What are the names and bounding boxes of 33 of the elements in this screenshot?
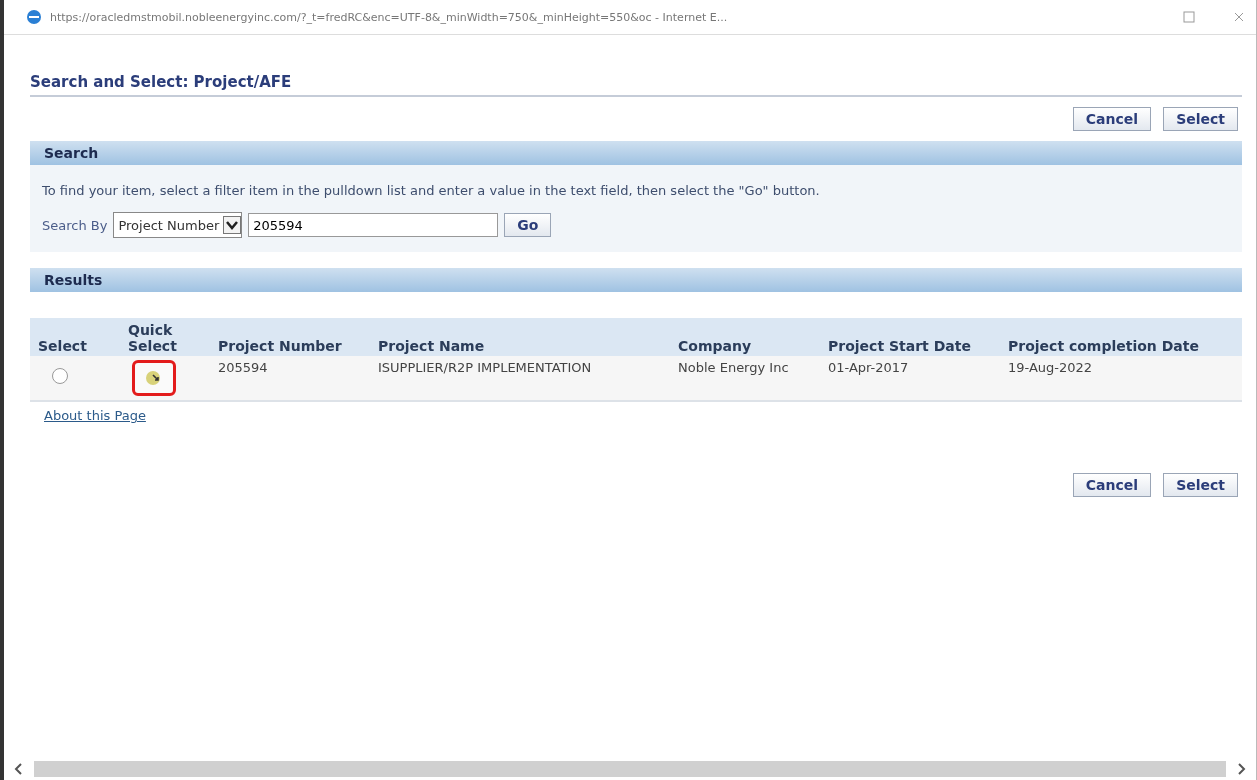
cancel-button[interactable]: Cancel xyxy=(1072,473,1152,497)
select-button[interactable]: Select xyxy=(1163,107,1238,131)
column-header: Project Name xyxy=(370,318,670,356)
filter-dropdown[interactable]: Project Number xyxy=(113,212,243,238)
window-url: https://oracledmstmobil.nobleenergyinc.com/?_t=fredRC&enc=UTF-8&_minWidth=750&_minHeight=550&oc - Internet E... xyxy=(50,10,729,24)
results-header: Results xyxy=(30,268,1242,292)
column-header: Project Start Date xyxy=(820,318,1000,356)
table-cell: 01-Apr-2017 xyxy=(820,356,1000,402)
scroll-left-icon[interactable] xyxy=(14,763,24,775)
table-cell: ISUPPLIER/R2P IMPLEMENTATION xyxy=(370,356,670,402)
select-radio[interactable] xyxy=(52,368,68,384)
page-title: Search and Select: Project/AFE xyxy=(30,73,1242,97)
close-icon[interactable] xyxy=(1232,10,1246,24)
select-button[interactable]: Select xyxy=(1163,473,1238,497)
table-cell: Noble Energy Inc xyxy=(670,356,820,402)
scroll-right-icon[interactable] xyxy=(1236,763,1246,775)
maximize-icon[interactable] xyxy=(1182,10,1196,24)
search-header: Search xyxy=(30,141,1242,165)
column-header: Quick Select xyxy=(120,318,210,356)
go-button[interactable]: Go xyxy=(504,213,552,237)
cancel-button[interactable]: Cancel xyxy=(1072,107,1152,131)
horizontal-scrollbar[interactable] xyxy=(34,761,1226,777)
quick-select-button[interactable] xyxy=(132,360,176,396)
search-value-field[interactable]: 205594 xyxy=(248,213,499,237)
table-cell: 19-Aug-2022 xyxy=(1000,356,1242,402)
about-page-link[interactable]: About this Page xyxy=(44,408,146,423)
search-instructions: To find your item, select a filter item in the pulldown list and enter a value in the text field, then select the "Go" button. xyxy=(42,183,821,198)
column-header: Company xyxy=(670,318,820,356)
table-cell: 205594 xyxy=(210,356,370,402)
column-header: Project Number xyxy=(210,318,370,356)
column-header: Project completion Date xyxy=(1000,318,1242,356)
column-header: Select xyxy=(30,318,120,356)
search-by-label: Search By xyxy=(42,217,108,233)
